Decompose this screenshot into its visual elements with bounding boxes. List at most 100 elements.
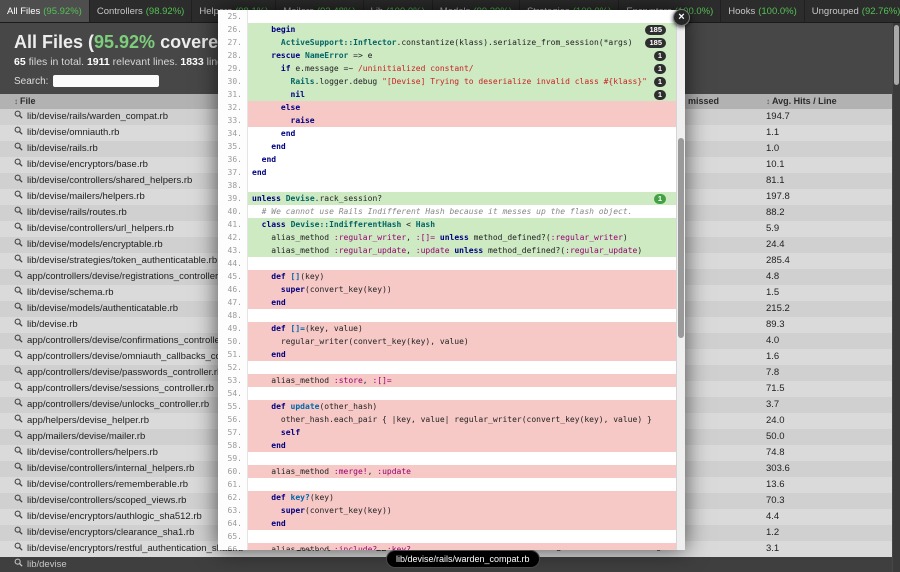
cell-avg: 4.4	[750, 509, 892, 525]
cell-avg: 5.9	[750, 221, 892, 237]
code-token: Hash	[416, 220, 435, 229]
line-number: 46.	[218, 283, 248, 296]
file-name[interactable]: lib/devise/encryptors/authlogic_sha512.r…	[27, 511, 202, 522]
cell-avg: 215.2	[750, 301, 892, 317]
code-line: 40. # We cannot use Rails Indifferent Ha…	[218, 205, 676, 218]
code-line: 47. end	[218, 296, 676, 309]
code-line-body: alias_method :merge!, :update	[248, 465, 676, 478]
code-token	[252, 90, 291, 99]
code-line: 64. end	[218, 517, 676, 530]
code-line: 46. super(convert_key(key))	[218, 283, 676, 296]
tab-ungrouped[interactable]: Ungrouped(92.76%)	[805, 0, 900, 22]
cell-avg: 3.7	[750, 397, 892, 413]
stat-text: files in total.	[26, 56, 87, 68]
magnifier-icon	[14, 447, 23, 458]
code-token: key?	[291, 493, 310, 502]
file-name[interactable]: app/helpers/devise_helper.rb	[27, 415, 149, 426]
code-line: 35. end	[218, 140, 676, 153]
page-scrollbar[interactable]	[893, 23, 900, 572]
code-token: <	[401, 220, 415, 229]
file-name[interactable]: lib/devise/models/authenticatable.rb	[27, 303, 178, 314]
code-line-body: alias_method :include?, :key?	[248, 543, 676, 550]
file-name[interactable]: lib/devise/controllers/helpers.rb	[27, 447, 158, 458]
cell-avg: 1.1	[750, 125, 892, 141]
code-token: unless	[454, 246, 483, 255]
code-line-body: def []=(key, value)	[248, 322, 676, 335]
code-line: 31. nil1	[218, 88, 676, 101]
file-name[interactable]: lib/devise/rails/warden_compat.rb	[27, 111, 168, 122]
code-line-body: rescue NameError => e1	[248, 49, 676, 62]
line-number: 35.	[218, 140, 248, 153]
modal-scrollbar-thumb[interactable]	[678, 138, 684, 338]
code-token: .logger.debug	[315, 77, 382, 86]
code-token: []	[291, 272, 301, 281]
file-name[interactable]: app/controllers/devise/passwords_control…	[27, 367, 222, 378]
code-text: end	[252, 517, 286, 530]
line-number: 49.	[218, 322, 248, 335]
close-icon[interactable]: ×	[673, 9, 690, 26]
tab-percentage: (95.92%)	[43, 6, 82, 17]
tab-controllers[interactable]: Controllers(98.92%)	[90, 0, 193, 22]
file-name[interactable]: lib/devise/encryptors/restful_authentica…	[27, 543, 244, 554]
file-name[interactable]: app/controllers/devise/confirmations_con…	[27, 335, 233, 346]
code-line: 44.	[218, 257, 676, 270]
code-token: regular_writer(convert_key(key), value)	[252, 337, 469, 346]
file-name[interactable]: app/mailers/devise/mailer.rb	[27, 431, 145, 442]
search-input[interactable]	[53, 75, 159, 87]
file-name[interactable]: lib/devise/rails.rb	[27, 143, 98, 154]
file-name[interactable]: lib/devise/encryptors/base.rb	[27, 159, 148, 170]
file-name[interactable]: app/controllers/devise/registrations_con…	[27, 271, 229, 282]
line-number: 32.	[218, 101, 248, 114]
code-token: []=	[291, 324, 305, 333]
page-scrollbar-thumb[interactable]	[894, 25, 899, 85]
file-name[interactable]: lib/devise/controllers/url_helpers.rb	[27, 223, 174, 234]
file-name[interactable]: lib/devise/schema.rb	[27, 287, 114, 298]
tab-hooks[interactable]: Hooks(100.0%)	[721, 0, 805, 22]
tab-all-files[interactable]: All Files(95.92%)	[0, 0, 90, 22]
file-name[interactable]: lib/devise/controllers/internal_helpers.…	[27, 463, 194, 474]
column-header[interactable]: ↕Avg. Hits / Line	[750, 94, 892, 109]
code-line: 60. alias_method :merge!, :update	[218, 465, 676, 478]
code-line: 59.	[218, 452, 676, 465]
code-token: begin	[271, 25, 295, 34]
file-name[interactable]: lib/devise/controllers/shared_helpers.rb	[27, 175, 192, 186]
code-token: (key, value)	[305, 324, 363, 333]
magnifier-icon	[14, 287, 23, 298]
code-token: .constantize(klass).serialize_from_sessi…	[397, 38, 633, 47]
code-token	[252, 64, 281, 73]
tab-percentage: (92.76%)	[862, 6, 900, 17]
cell-avg: 3.1	[750, 541, 892, 557]
file-name[interactable]: lib/devise/controllers/rememberable.rb	[27, 479, 188, 490]
file-name[interactable]: lib/devise/omniauth.rb	[27, 127, 119, 138]
code-token: :regular_writer	[334, 233, 406, 242]
code-line: 39.unless Devise.rack_session?1	[218, 192, 676, 205]
file-name[interactable]: lib/devise/strategies/token_authenticata…	[27, 255, 217, 266]
code-line: 45. def [](key)	[218, 270, 676, 283]
magnifier-icon	[14, 415, 23, 426]
code-line-body: begin185	[248, 23, 676, 36]
file-name[interactable]: lib/devise/encryptors/clearance_sha1.rb	[27, 527, 194, 538]
line-number: 29.	[218, 62, 248, 75]
file-name[interactable]: lib/devise/rails/routes.rb	[27, 207, 127, 218]
code-line-body: ActiveSupport::Inflector.constantize(kla…	[248, 36, 676, 49]
line-number: 26.	[218, 23, 248, 36]
file-name[interactable]: lib/devise/models/encryptable.rb	[27, 239, 163, 250]
code-token: def	[271, 324, 285, 333]
file-name[interactable]: app/controllers/devise/unlocks_controlle…	[27, 399, 209, 410]
file-name[interactable]: lib/devise/controllers/scoped_views.rb	[27, 495, 186, 506]
file-name[interactable]: lib/devise/mailers/helpers.rb	[27, 191, 145, 202]
code-token: super	[281, 285, 305, 294]
cell-avg: 10.1	[750, 157, 892, 173]
modal-scrollbar[interactable]	[676, 10, 685, 550]
cell-avg: 81.1	[750, 173, 892, 189]
file-name[interactable]: lib/devise.rb	[27, 319, 78, 330]
file-name[interactable]: app/controllers/devise/sessions_controll…	[27, 383, 214, 394]
code-text: alias_method :include?, :key?	[252, 543, 411, 550]
code-token: rescue	[271, 51, 300, 60]
code-line: 38.	[218, 179, 676, 192]
code-token: self	[281, 428, 300, 437]
code-token	[252, 142, 271, 151]
magnifier-icon	[14, 175, 23, 186]
code-line: 34. end	[218, 127, 676, 140]
line-number: 57.	[218, 426, 248, 439]
